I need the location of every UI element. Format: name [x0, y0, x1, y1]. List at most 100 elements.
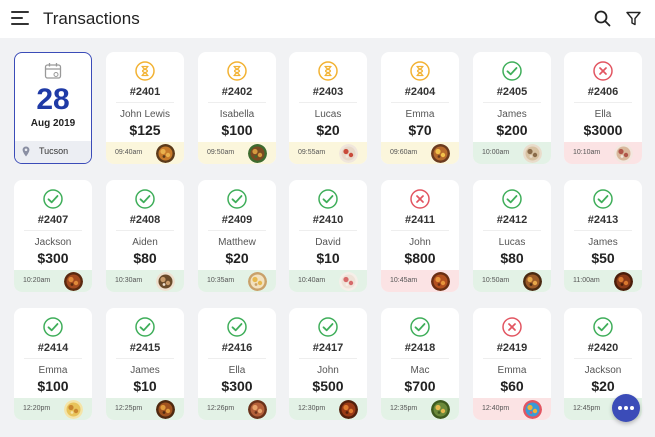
- x-circle-icon: [502, 317, 522, 337]
- food-dish-icon: [431, 144, 450, 163]
- divider: [24, 358, 82, 359]
- transaction-card[interactable]: #2417 John $500 12:30pm: [289, 308, 367, 420]
- food-dish-icon: [339, 400, 358, 419]
- divider: [299, 102, 357, 103]
- transaction-card[interactable]: #2406 Ella $3000 10:10am: [564, 52, 642, 164]
- transaction-card[interactable]: #2414 Emma $100 12:20pm: [14, 308, 92, 420]
- card-footer: 09:50am: [198, 142, 276, 164]
- customer-name: Isabella: [219, 109, 255, 120]
- transaction-id: #2401: [129, 86, 161, 98]
- transaction-id: #2410: [312, 214, 344, 226]
- transaction-card[interactable]: #2401 John Lewis $125 09:40am: [106, 52, 184, 164]
- transaction-time: 10:30am: [115, 277, 143, 284]
- transaction-card[interactable]: #2412 Lucas $80 10:50am: [473, 180, 551, 292]
- transaction-amount: $125: [129, 122, 161, 138]
- transaction-id: #2409: [221, 214, 253, 226]
- food-dish-icon: [614, 144, 633, 163]
- transaction-card[interactable]: #2413 James $50 11:00am: [564, 180, 642, 292]
- customer-name: Jackson: [584, 365, 622, 376]
- transaction-time: 12:26pm: [207, 405, 235, 412]
- transaction-card[interactable]: #2409 Matthew $20 10:35am: [198, 180, 276, 292]
- date-card[interactable]: 28 Aug 2019 Tucson: [14, 52, 92, 164]
- divider: [116, 102, 174, 103]
- more-actions-button[interactable]: [612, 394, 640, 422]
- card-footer: 12:20pm: [14, 398, 92, 420]
- divider: [483, 230, 541, 231]
- customer-name: Emma: [405, 109, 435, 120]
- check-circle-icon: [502, 189, 522, 209]
- card-footer: 10:35am: [198, 270, 276, 292]
- transaction-time: 10:35am: [207, 277, 235, 284]
- search-icon[interactable]: [594, 10, 611, 27]
- transaction-id: #2415: [129, 342, 161, 354]
- divider: [574, 102, 632, 103]
- card-footer: 10:30am: [106, 270, 184, 292]
- transaction-id: #2408: [129, 214, 161, 226]
- food-dish-icon: [523, 400, 542, 419]
- x-circle-icon: [593, 61, 613, 81]
- date-day: 28: [36, 83, 70, 116]
- check-circle-icon: [410, 317, 430, 337]
- customer-name: David: [315, 237, 341, 248]
- check-circle-icon: [593, 189, 613, 209]
- transaction-card[interactable]: #2418 Mac $700 12:35pm: [381, 308, 459, 420]
- transaction-amount: $300: [37, 250, 69, 266]
- food-dish-icon: [248, 400, 267, 419]
- transaction-time: 11:00am: [573, 277, 600, 284]
- transaction-id: #2413: [587, 214, 619, 226]
- transaction-amount: $60: [500, 378, 524, 394]
- transaction-card[interactable]: #2408 Aiden $80 10:30am: [106, 180, 184, 292]
- transaction-card[interactable]: #2416 Ella $300 12:26pm: [198, 308, 276, 420]
- transaction-amount: $70: [408, 122, 432, 138]
- customer-name: Emma: [38, 365, 68, 376]
- customer-name: Matthew: [218, 237, 256, 248]
- transaction-card[interactable]: #2407 Jackson $300 10:20am: [14, 180, 92, 292]
- customer-name: Emma: [497, 365, 527, 376]
- hourglass-icon: [135, 61, 155, 81]
- transaction-id: #2412: [496, 214, 528, 226]
- transaction-time: 09:40am: [115, 149, 143, 156]
- transaction-card[interactable]: #2404 Emma $70 09:60am: [381, 52, 459, 164]
- transaction-id: #2418: [404, 342, 436, 354]
- transaction-amount: $20: [225, 250, 249, 266]
- location-bar: Tucson: [15, 141, 91, 163]
- transaction-card[interactable]: #2403 Lucas $20 09:55am: [289, 52, 367, 164]
- card-footer: 09:40am: [106, 142, 184, 164]
- card-footer: 11:00am: [564, 270, 642, 292]
- transaction-id: #2403: [312, 86, 344, 98]
- customer-name: James: [130, 365, 160, 376]
- card-footer: 12:30pm: [289, 398, 367, 420]
- page-title: Transactions: [43, 9, 140, 28]
- food-dish-icon: [431, 400, 450, 419]
- card-footer: 10:45am: [381, 270, 459, 292]
- card-footer: 09:60am: [381, 142, 459, 164]
- divider: [574, 230, 632, 231]
- transaction-card[interactable]: #2419 Emma $60 12:40pm: [473, 308, 551, 420]
- customer-name: James: [588, 237, 618, 248]
- transaction-id: #2416: [221, 342, 253, 354]
- filter-icon[interactable]: [626, 11, 641, 26]
- transaction-card[interactable]: #2415 James $10 12:25pm: [106, 308, 184, 420]
- customer-name: John: [409, 237, 431, 248]
- food-dish-icon: [339, 144, 358, 163]
- check-circle-icon: [593, 317, 613, 337]
- divider: [208, 102, 266, 103]
- transaction-amount: $20: [591, 378, 615, 394]
- transaction-id: #2406: [587, 86, 619, 98]
- transaction-amount: $80: [500, 250, 524, 266]
- divider: [574, 358, 632, 359]
- hamburger-menu-icon[interactable]: [11, 11, 29, 25]
- check-circle-icon: [227, 189, 247, 209]
- divider: [391, 102, 449, 103]
- transaction-card[interactable]: #2402 Isabella $100 09:50am: [198, 52, 276, 164]
- card-footer: 10:00am: [473, 142, 551, 164]
- transaction-amount: $100: [37, 378, 69, 394]
- date-month-year: Aug 2019: [30, 118, 76, 129]
- transaction-card[interactable]: #2411 John $800 10:45am: [381, 180, 459, 292]
- transaction-time: 09:50am: [207, 149, 235, 156]
- divider: [483, 102, 541, 103]
- transaction-card[interactable]: #2405 James $200 10:00am: [473, 52, 551, 164]
- transaction-amount: $50: [591, 250, 615, 266]
- customer-name: Lucas: [314, 109, 342, 120]
- transaction-card[interactable]: #2410 David $10 10:40am: [289, 180, 367, 292]
